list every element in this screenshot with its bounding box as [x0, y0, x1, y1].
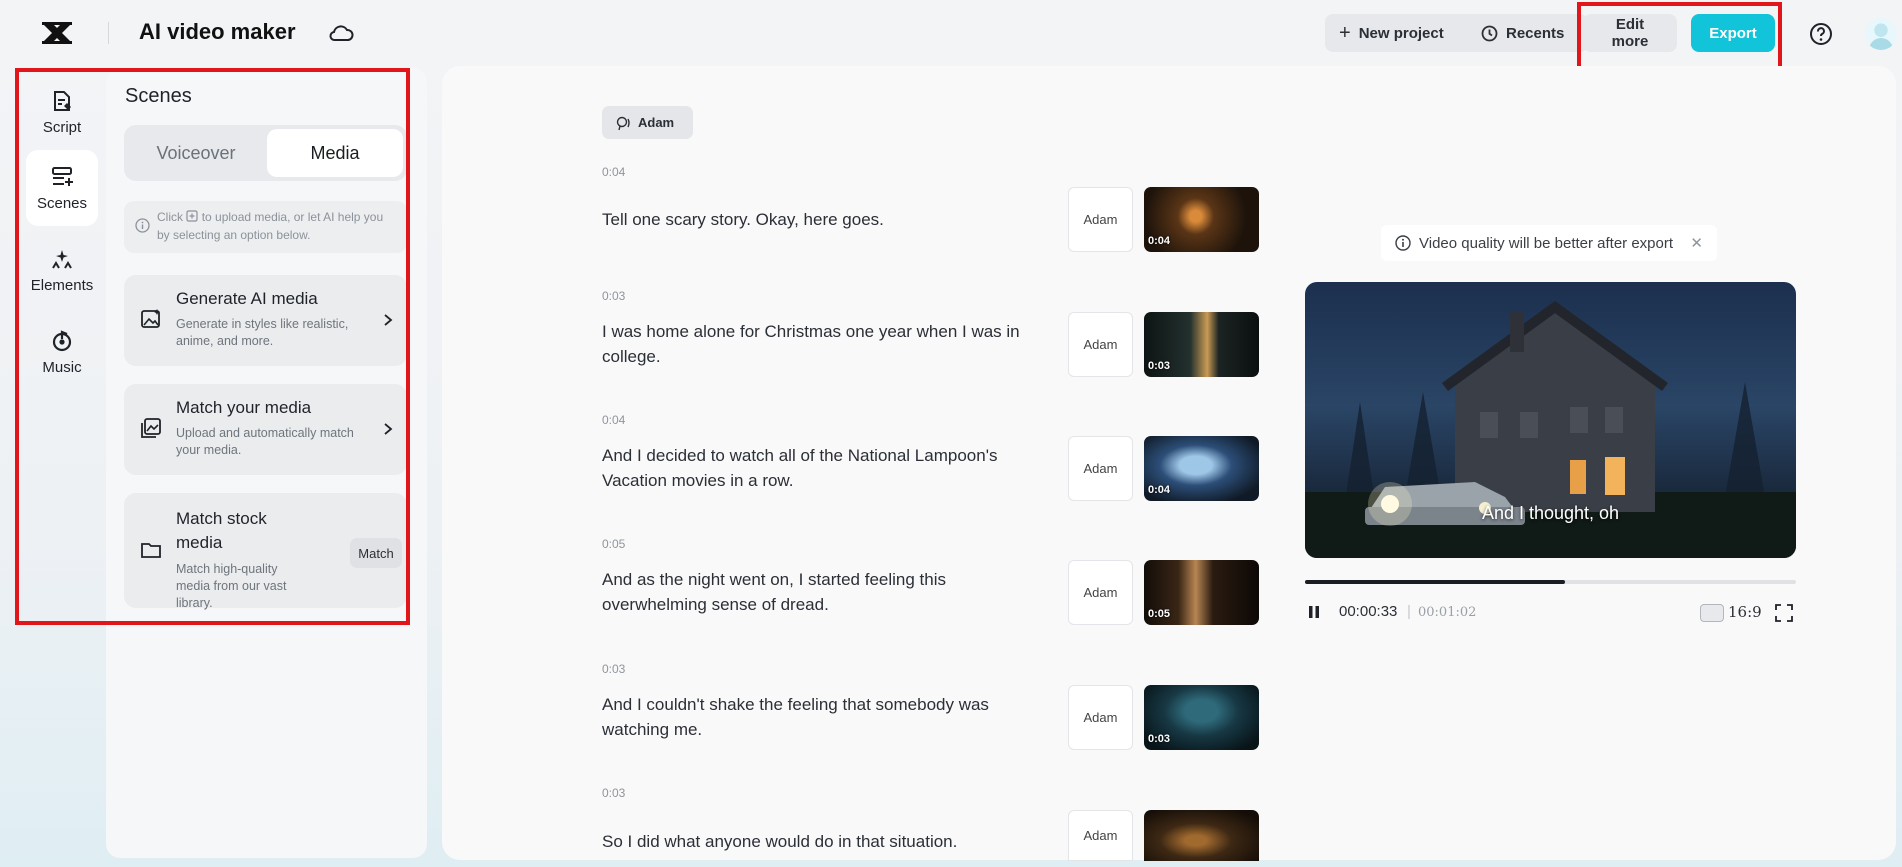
video-preview[interactable]: And I thought, oh [1305, 282, 1796, 558]
video-subtitle: And I thought, oh [1481, 503, 1620, 523]
quality-note-text: Video quality will be better after expor… [1419, 234, 1674, 252]
cloud-sync-icon[interactable] [328, 22, 354, 44]
capcut-logo-icon[interactable] [40, 19, 74, 47]
app-title: AI video maker [139, 19, 296, 44]
new-project-label: New project [1358, 24, 1444, 42]
thumbnail-duration: 0:05 [1148, 608, 1171, 620]
scene-time: 0:03 [602, 786, 626, 800]
scene-thumbnail[interactable]: 0:04 [1144, 436, 1259, 501]
scene-text[interactable]: Tell one scary story. Okay, here goes. [602, 207, 1042, 232]
header-divider [108, 22, 109, 44]
playback-progress-bar[interactable] [1305, 580, 1796, 584]
scene-thumbnail[interactable]: 0:03 [1144, 312, 1259, 377]
recents-button[interactable]: Recents [1467, 14, 1588, 52]
aspect-ratio-label[interactable]: 16:9 [1728, 603, 1762, 621]
scene-time: 0:04 [602, 413, 626, 427]
scene-time: 0:03 [602, 662, 626, 676]
video-quality-notice: Video quality will be better after expor… [1381, 225, 1717, 261]
thumbnail-duration: 0:03 [1148, 360, 1171, 372]
info-icon [1395, 235, 1411, 251]
playback-progress-fill [1305, 580, 1566, 584]
speaker-chip[interactable]: Adam [602, 106, 693, 139]
help-icon[interactable] [1809, 22, 1833, 46]
speaker-name: Adam [638, 115, 675, 130]
scene-text[interactable]: And I couldn't shake the feeling that so… [602, 692, 1042, 742]
total-time: 00:01:02 [1418, 605, 1477, 620]
scene-voice-button[interactable]: Adam [1068, 560, 1133, 625]
scene-thumbnail[interactable]: 0:04 [1144, 187, 1259, 252]
scene-thumbnail[interactable]: 0:05 [1144, 560, 1259, 625]
fullscreen-icon[interactable] [1774, 603, 1794, 623]
scene-thumbnail[interactable]: 0:03 [1144, 685, 1259, 750]
scene-voice-button[interactable]: Adam [1068, 810, 1133, 861]
scene-thumbnail[interactable] [1144, 810, 1259, 861]
voice-icon [616, 116, 630, 130]
pause-icon[interactable] [1306, 604, 1322, 620]
scene-text[interactable]: And as the night went on, I started feel… [602, 567, 1042, 617]
scene-voice-button[interactable]: Adam [1068, 187, 1133, 252]
plus-icon: + [1339, 22, 1351, 44]
scene-time: 0:05 [602, 537, 626, 551]
thumbnail-duration: 0:04 [1148, 484, 1171, 496]
current-time: 00:00:33 [1339, 603, 1398, 620]
thumbnail-duration: 0:04 [1148, 235, 1171, 247]
recents-label: Recents [1506, 24, 1565, 42]
highlight-box-sidebar [15, 68, 410, 625]
scene-text[interactable]: I was home alone for Christmas one year … [602, 319, 1042, 369]
time-separator: | [1407, 603, 1411, 620]
scene-time: 0:03 [602, 289, 626, 303]
scene-voice-button[interactable]: Adam [1068, 685, 1133, 750]
clock-icon [1481, 25, 1498, 41]
scene-voice-button[interactable]: Adam [1068, 436, 1133, 501]
aspect-ratio-icon[interactable] [1700, 604, 1724, 622]
new-project-button[interactable]: + New project [1325, 14, 1485, 52]
close-icon[interactable]: ✕ [1690, 234, 1703, 252]
scene-time: 0:04 [602, 165, 626, 179]
scene-text[interactable]: And I decided to watch all of the Nation… [602, 443, 1042, 493]
scene-voice-button[interactable]: Adam [1068, 312, 1133, 377]
thumbnail-duration: 0:03 [1148, 733, 1171, 745]
user-avatar[interactable] [1865, 18, 1897, 50]
scene-text[interactable]: So I did what anyone would do in that si… [602, 829, 1042, 854]
